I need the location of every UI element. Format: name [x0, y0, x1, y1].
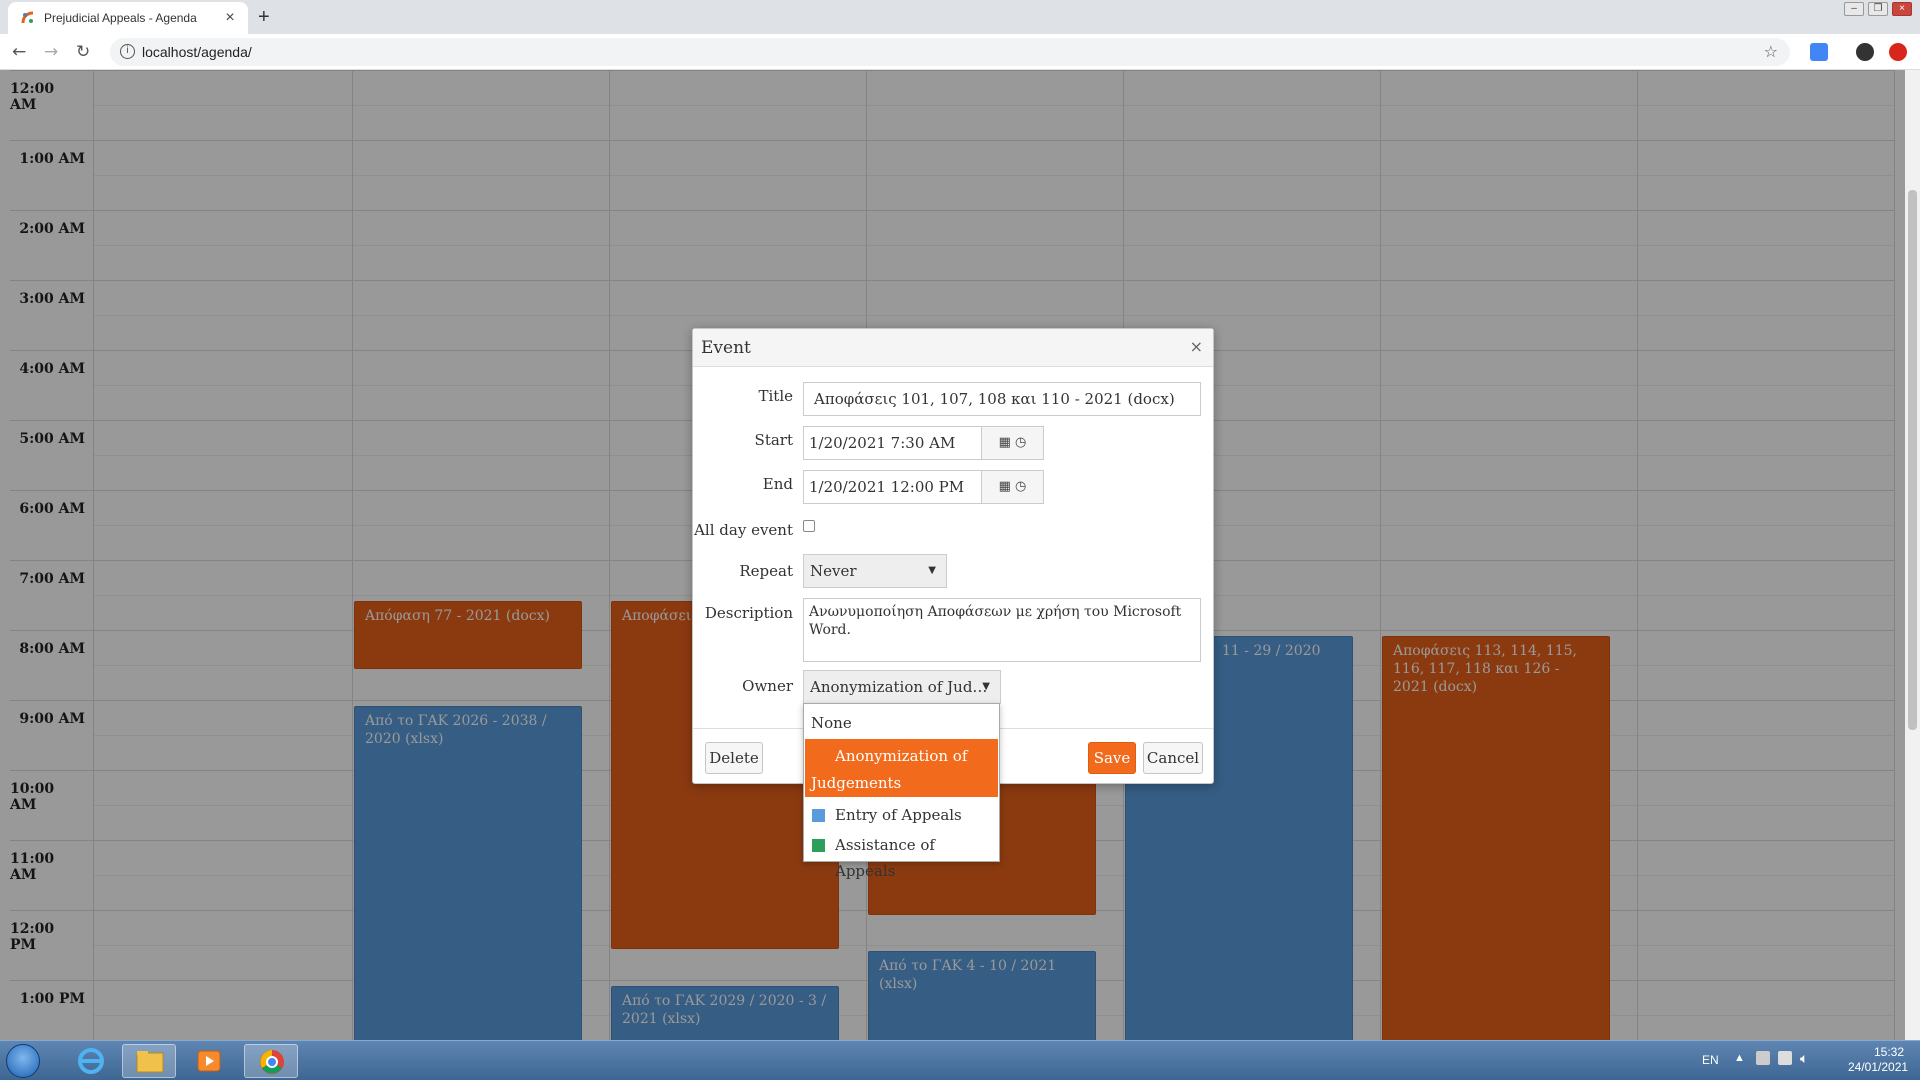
language-indicator[interactable]: EN [1702, 1053, 1719, 1067]
chrome-icon[interactable] [244, 1044, 298, 1078]
start-label: Start [754, 431, 793, 449]
owner-option-none[interactable]: None [805, 710, 998, 736]
save-button[interactable]: Save [1088, 742, 1136, 774]
delete-button[interactable]: Delete [705, 742, 763, 774]
close-window-button[interactable]: × [1892, 2, 1912, 16]
start-datetime-input[interactable]: 1/20/2021 7:30 AM [803, 426, 982, 460]
url-text: localhost/agenda/ [142, 44, 252, 60]
clock-date: 24/01/2021 [1848, 1060, 1909, 1074]
media-player-icon[interactable] [182, 1044, 236, 1078]
browser-tab-strip: Prejudicial Appeals - Agenda × + – ❐ × [0, 0, 1920, 34]
clock[interactable]: 15:32 24/01/2021 [1848, 1045, 1909, 1075]
owner-option-entry[interactable]: Entry of Appeals [805, 802, 998, 828]
bookmark-star-icon[interactable]: ☆ [1764, 38, 1778, 66]
repeat-select[interactable]: Never ▼ [803, 554, 947, 588]
cancel-button[interactable]: Cancel [1143, 742, 1203, 774]
option-label: None [811, 714, 852, 732]
color-swatch [812, 839, 825, 852]
site-info-icon[interactable]: i [120, 44, 135, 59]
chevron-down-icon: ▼ [928, 565, 936, 576]
all-day-label: All day event [694, 521, 793, 539]
owner-select[interactable]: Anonymization of Jud… ▼ [803, 670, 1001, 704]
option-label: Entry of Appeals [835, 806, 962, 824]
start-button[interactable] [6, 1044, 40, 1078]
file-explorer-icon[interactable] [122, 1044, 176, 1078]
new-tab-button[interactable]: + [258, 6, 270, 29]
tray-overflow-icon[interactable]: ▲ [1734, 1052, 1745, 1064]
description-textarea[interactable]: Ανωνυμοποίηση Αποφάσεων με χρήση του Mic… [803, 598, 1201, 662]
tab-close-icon[interactable]: × [220, 9, 240, 27]
address-bar[interactable]: i localhost/agenda/ ☆ [110, 38, 1790, 66]
window-controls: – ❐ × [1844, 2, 1912, 16]
end-datetime-input[interactable]: 1/20/2021 12:00 PM [803, 470, 982, 504]
owner-dropdown-list: None Anonymization of Judgements Entry o… [803, 703, 1000, 880]
windows-taskbar: EN ▲ 🔈︎ 15:32 24/01/2021 [0, 1040, 1920, 1080]
back-icon[interactable]: ← [12, 42, 26, 62]
action-center-icon[interactable] [1756, 1051, 1770, 1065]
all-day-checkbox[interactable] [803, 520, 815, 532]
end-picker-buttons[interactable]: ▦ ◷ [982, 470, 1044, 504]
site-favicon-icon [20, 10, 36, 26]
title-label: Title [758, 387, 793, 405]
network-icon[interactable] [1778, 1051, 1792, 1065]
description-label: Description [704, 604, 793, 622]
repeat-value: Never [810, 562, 857, 580]
owner-label: Owner [742, 677, 793, 695]
title-input[interactable]: Αποφάσεις 101, 107, 108 και 110 - 2021 (… [803, 382, 1201, 416]
tab-title: Prejudicial Appeals - Agenda [44, 11, 197, 25]
forward-icon[interactable]: → [44, 42, 58, 62]
owner-option-anonymization[interactable]: Anonymization of Judgements [805, 739, 998, 797]
owner-value: Anonymization of Jud… [810, 678, 988, 696]
option-label: Anonymization of Judgements [811, 747, 968, 792]
minimize-button[interactable]: – [1844, 2, 1864, 16]
chevron-down-icon: ▼ [982, 681, 990, 692]
translate-extension-icon[interactable] [1810, 43, 1828, 61]
end-label: End [762, 475, 793, 493]
dialog-title: Event [701, 338, 751, 358]
page-scrollbar[interactable] [1905, 70, 1920, 1040]
start-picker-buttons[interactable]: ▦ ◷ [982, 426, 1044, 460]
color-swatch [812, 809, 825, 822]
extension-red-icon[interactable] [1889, 43, 1907, 61]
browser-tab[interactable]: Prejudicial Appeals - Agenda × [8, 2, 248, 34]
option-label: Assistance of Appeals [835, 836, 935, 880]
profile-avatar[interactable] [1856, 43, 1874, 61]
browser-toolbar: ← → ↻ i localhost/agenda/ ☆ [0, 34, 1920, 70]
volume-icon[interactable]: 🔈︎ [1800, 1050, 1808, 1067]
repeat-label: Repeat [739, 562, 793, 580]
scrollbar-thumb[interactable] [1908, 190, 1917, 730]
close-icon[interactable]: × [1190, 337, 1203, 356]
owner-option-assistance[interactable]: Assistance of Appeals [805, 832, 998, 880]
reload-icon[interactable]: ↻ [76, 42, 90, 62]
restore-button[interactable]: ❐ [1868, 2, 1888, 16]
dialog-header: Event × [693, 329, 1213, 367]
internet-explorer-icon[interactable] [64, 1044, 118, 1078]
clock-time: 15:32 [1873, 1045, 1904, 1059]
